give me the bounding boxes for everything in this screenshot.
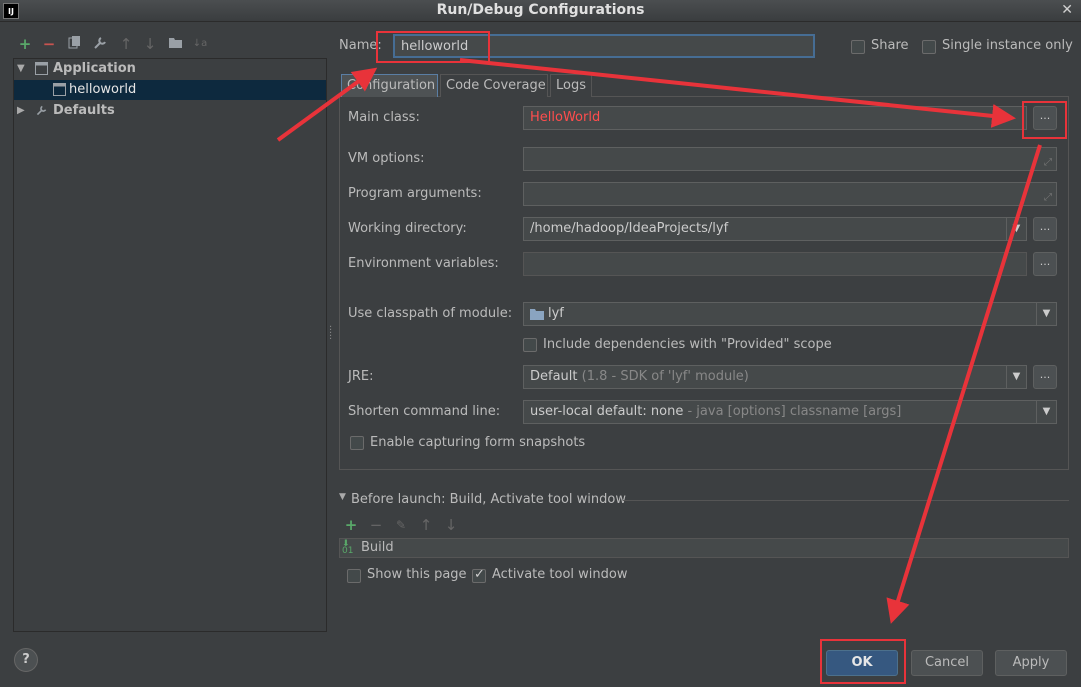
configuration-tree[interactable]: ▼ Application helloworld ▶ Defaults xyxy=(13,58,327,632)
activate-tool-window-label: Activate tool window xyxy=(492,567,628,582)
folder-icon[interactable] xyxy=(166,35,184,53)
share-checkbox[interactable] xyxy=(851,40,865,54)
activate-tool-window-checkbox[interactable] xyxy=(472,567,486,583)
before-launch-collapse-icon[interactable]: ▼ xyxy=(339,492,346,502)
show-this-page-label: Show this page xyxy=(367,567,467,582)
sort-icon[interactable]: ↓a xyxy=(191,35,209,53)
tab-configuration[interactable]: Configuration xyxy=(341,74,438,97)
tree-label: helloworld xyxy=(69,82,137,97)
add-icon[interactable]: + xyxy=(16,35,34,53)
include-provided-label: Include dependencies with "Provided" sco… xyxy=(543,337,832,352)
tree-node-application[interactable]: ▼ Application xyxy=(14,59,326,79)
dropdown-arrow-icon[interactable]: ▼ xyxy=(1006,218,1026,240)
classpath-module-select[interactable]: lyf ▼ xyxy=(523,302,1057,326)
share-label: Share xyxy=(871,38,909,53)
expand-icon[interactable]: ⤢ xyxy=(1044,152,1052,174)
program-arguments-input[interactable]: ⤢ xyxy=(523,182,1057,206)
expand-icon[interactable]: ⤢ xyxy=(1044,187,1052,209)
vm-options-input[interactable]: ⤢ xyxy=(523,147,1057,171)
dropdown-arrow-icon[interactable]: ▼ xyxy=(1036,303,1056,325)
single-instance-label: Single instance only xyxy=(942,38,1073,53)
include-provided-checkbox[interactable] xyxy=(523,338,537,352)
environment-variables-browse-button[interactable]: ... xyxy=(1033,252,1057,276)
move-up-icon[interactable]: ↑ xyxy=(117,35,135,53)
title-bar: IJ Run/Debug Configurations ✕ xyxy=(0,0,1081,22)
annotation-box-browse xyxy=(1022,101,1067,139)
tab-logs[interactable]: Logs xyxy=(550,74,592,97)
application-config-icon xyxy=(53,83,66,96)
shorten-command-line-label: Shorten command line: xyxy=(348,404,501,419)
collapse-arrow-icon[interactable]: ▶ xyxy=(17,101,25,121)
tree-node-defaults[interactable]: ▶ Defaults xyxy=(14,101,326,121)
jre-combo[interactable]: Default (1.8 - SDK of 'lyf' module) ▼ xyxy=(523,365,1027,389)
environment-variables-input[interactable] xyxy=(523,252,1027,276)
program-arguments-label: Program arguments: xyxy=(348,186,482,201)
working-directory-combo[interactable]: /home/hadoop/IdeaProjects/lyf ▼ xyxy=(523,217,1027,241)
enable-snapshots-label: Enable capturing form snapshots xyxy=(370,435,586,450)
window-title: Run/Debug Configurations xyxy=(436,2,645,18)
cancel-button[interactable]: Cancel xyxy=(911,650,983,676)
tree-label: Defaults xyxy=(53,103,115,118)
tab-code-coverage[interactable]: Code Coverage xyxy=(440,74,548,97)
application-icon xyxy=(35,62,48,75)
wrench-icon[interactable] xyxy=(91,35,109,53)
single-instance-checkbox[interactable] xyxy=(922,40,936,54)
wrench-icon xyxy=(36,105,47,116)
tree-label: Application xyxy=(53,61,136,76)
module-folder-icon xyxy=(530,309,544,320)
classpath-module-label: Use classpath of module: xyxy=(348,306,513,321)
tree-node-helloworld[interactable]: helloworld xyxy=(14,80,326,100)
main-class-label: Main class: xyxy=(348,110,420,125)
before-launch-list[interactable]: ⬇ 01 Build xyxy=(339,538,1069,558)
remove-icon[interactable]: − xyxy=(40,35,58,53)
add-task-icon[interactable]: + xyxy=(342,516,360,534)
apply-button[interactable]: Apply xyxy=(995,650,1067,676)
main-class-input[interactable]: HelloWorld xyxy=(523,106,1027,130)
section-divider xyxy=(623,500,1069,501)
expand-arrow-icon[interactable]: ▼ xyxy=(17,59,25,79)
enable-snapshots-checkbox[interactable] xyxy=(350,436,364,450)
help-button[interactable]: ? xyxy=(14,648,38,672)
list-item[interactable]: Build xyxy=(361,540,394,555)
dropdown-arrow-icon[interactable]: ▼ xyxy=(1036,401,1056,423)
splitter-handle[interactable]: · · · · · xyxy=(329,323,332,345)
environment-variables-label: Environment variables: xyxy=(348,256,499,271)
move-task-up-icon[interactable]: ↑ xyxy=(417,516,435,534)
working-directory-label: Working directory: xyxy=(348,221,467,236)
edit-task-icon[interactable]: ✎ xyxy=(392,516,410,534)
vm-options-label: VM options: xyxy=(348,151,425,166)
build-icon: ⬇ 01 xyxy=(342,539,354,556)
jre-browse-button[interactable]: ... xyxy=(1033,365,1057,389)
remove-task-icon[interactable]: − xyxy=(367,516,385,534)
show-this-page-checkbox[interactable] xyxy=(347,569,361,583)
move-down-icon[interactable]: ↓ xyxy=(141,35,159,53)
dropdown-arrow-icon[interactable]: ▼ xyxy=(1006,366,1026,388)
shorten-command-line-select[interactable]: user-local default: none - java [options… xyxy=(523,400,1057,424)
annotation-box-name xyxy=(376,31,490,63)
jre-label: JRE: xyxy=(348,369,374,384)
before-launch-title: Before launch: Build, Activate tool wind… xyxy=(351,492,626,507)
close-icon[interactable]: ✕ xyxy=(1061,2,1073,18)
annotation-box-ok xyxy=(820,639,906,684)
working-directory-browse-button[interactable]: ... xyxy=(1033,217,1057,241)
move-task-down-icon[interactable]: ↓ xyxy=(442,516,460,534)
copy-icon[interactable] xyxy=(66,35,84,53)
